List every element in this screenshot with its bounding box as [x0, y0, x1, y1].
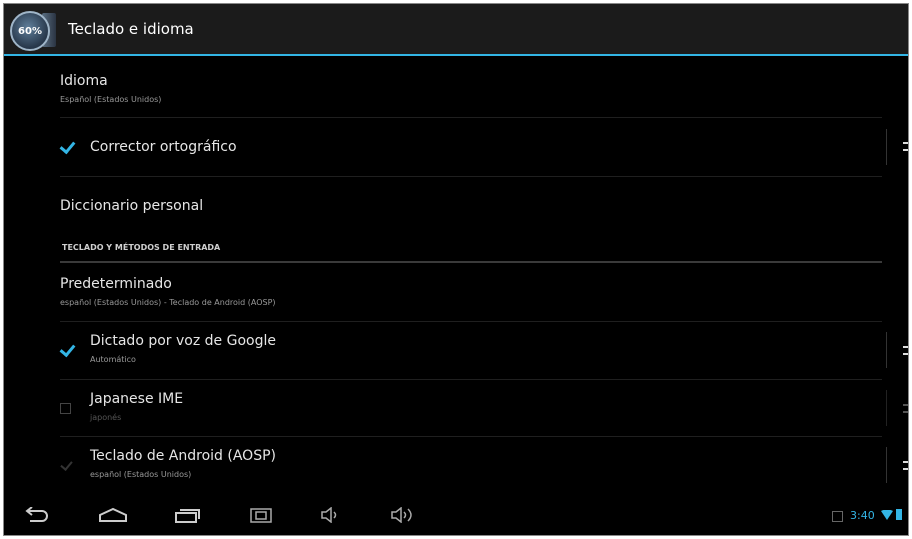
home-icon[interactable]: [98, 507, 128, 523]
list-item-japanese-ime[interactable]: Japanese IME japonés: [60, 380, 908, 437]
status-area[interactable]: 3:40: [818, 495, 908, 535]
volume-down-icon[interactable]: [320, 507, 342, 523]
divider: [886, 390, 887, 426]
item-title: Diccionario personal: [60, 198, 204, 214]
checkbox-japanese-ime[interactable]: [60, 403, 71, 414]
recent-apps-icon[interactable]: [174, 507, 200, 523]
item-summary: Español (Estados Unidos): [60, 95, 162, 104]
wifi-icon: [881, 510, 893, 520]
checkbox-corrector[interactable]: [60, 140, 74, 154]
action-bar: 60% Teclado e idioma: [4, 4, 908, 56]
item-title: Dictado por voz de Google: [90, 333, 276, 349]
list-item-teclado-android[interactable]: Teclado de Android (AOSP) español (Estad…: [60, 437, 908, 493]
system-navigation-bar: 3:40: [4, 495, 908, 535]
divider: [886, 332, 887, 368]
item-title: Japanese IME: [90, 391, 184, 407]
section-header-label: TECLADO Y MÉTODOS DE ENTRADA: [62, 243, 221, 252]
divider: [886, 447, 887, 483]
item-title: Teclado de Android (AOSP): [90, 448, 276, 464]
item-title: Idioma: [60, 73, 108, 89]
list-item-predeterminado[interactable]: Predeterminado español (Estados Unidos) …: [60, 265, 882, 322]
battery-icon: [896, 509, 902, 520]
notification-icon[interactable]: [832, 511, 843, 522]
page-title: Teclado e idioma: [68, 20, 194, 38]
settings-sliders-icon: [903, 400, 908, 418]
item-title: Corrector ortográfico: [90, 139, 237, 155]
android-screen: 60% Teclado e idioma Idioma Español (Est…: [3, 3, 909, 536]
item-title: Predeterminado: [60, 276, 172, 292]
list-item-corrector-ortografico[interactable]: Corrector ortográfico: [60, 118, 908, 177]
settings-sliders-icon[interactable]: [903, 138, 908, 156]
item-summary: español (Estados Unidos) - Teclado de An…: [60, 298, 276, 307]
settings-sliders-icon[interactable]: [903, 342, 908, 360]
divider: [886, 129, 887, 165]
section-header: TECLADO Y MÉTODOS DE ENTRADA: [60, 239, 882, 263]
clock: 3:40: [850, 509, 875, 522]
checkbox-teclado-android[interactable]: [60, 459, 74, 473]
screenshot-icon[interactable]: [250, 507, 272, 523]
volume-up-icon[interactable]: [390, 507, 416, 523]
item-summary: español (Estados Unidos): [90, 470, 192, 479]
item-summary: japonés: [90, 413, 122, 422]
back-icon[interactable]: [24, 507, 50, 523]
item-summary: Automático: [90, 355, 136, 364]
list-item-diccionario-personal[interactable]: Diccionario personal: [60, 177, 882, 237]
checkbox-dictado[interactable]: [60, 343, 74, 357]
settings-sliders-icon[interactable]: [903, 457, 908, 475]
list-item-dictado-por-voz[interactable]: Dictado por voz de Google Automático: [60, 322, 908, 380]
app-icon[interactable]: 60%: [10, 11, 50, 51]
list-item-idioma[interactable]: Idioma Español (Estados Unidos): [60, 64, 882, 118]
